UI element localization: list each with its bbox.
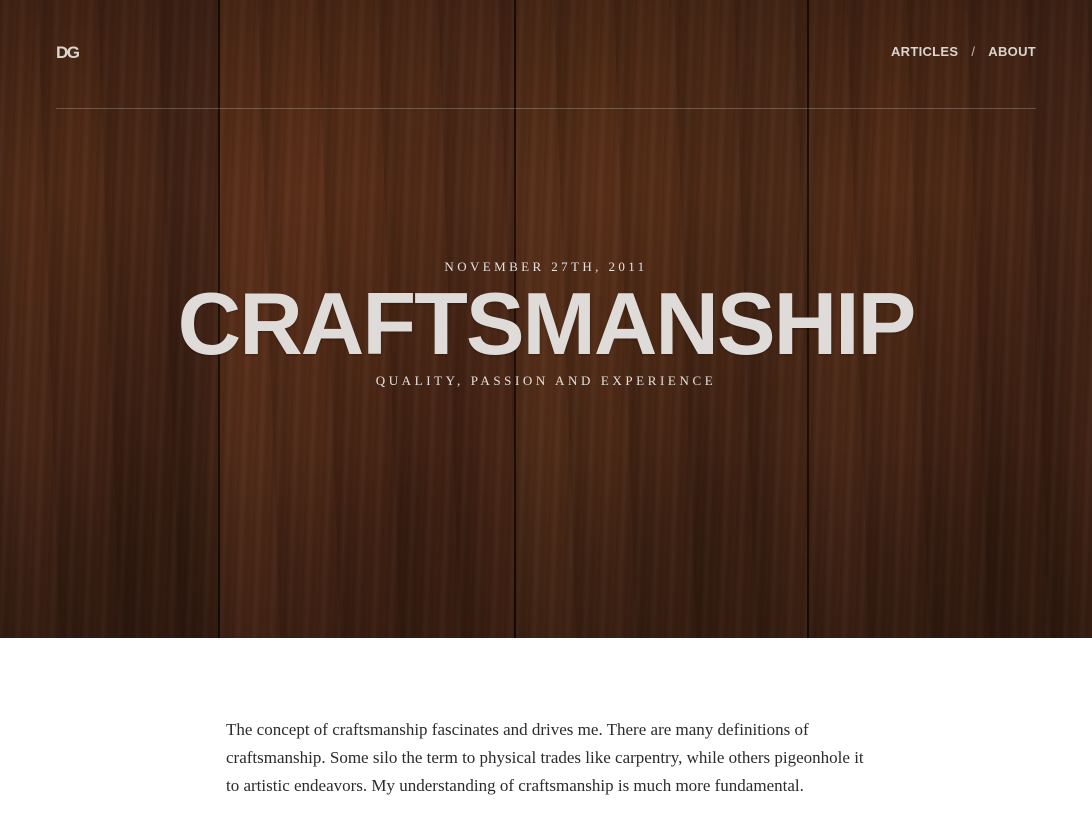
nav-separator: / (971, 44, 976, 59)
post-title: CRAFTSMANSHIP (177, 274, 917, 373)
hero-banner: DG ARTICLES / ABOUT NOVEMBER 27TH, 2011 … (0, 0, 1092, 638)
site-logo[interactable]: DG (56, 43, 80, 63)
header-divider (56, 108, 1036, 109)
post-subtitle: QUALITY, PASSION AND EXPERIENCE (375, 373, 717, 388)
main-nav: ARTICLES / ABOUT (891, 44, 1036, 59)
article-paragraph: The concept of craftsmanship fascinates … (226, 720, 864, 795)
nav-articles-link[interactable]: ARTICLES (891, 44, 958, 59)
post-date: NOVEMBER 27TH, 2011 (444, 259, 648, 274)
article-body: The concept of craftsmanship fascinates … (226, 716, 866, 800)
nav-about-link[interactable]: ABOUT (988, 44, 1036, 59)
